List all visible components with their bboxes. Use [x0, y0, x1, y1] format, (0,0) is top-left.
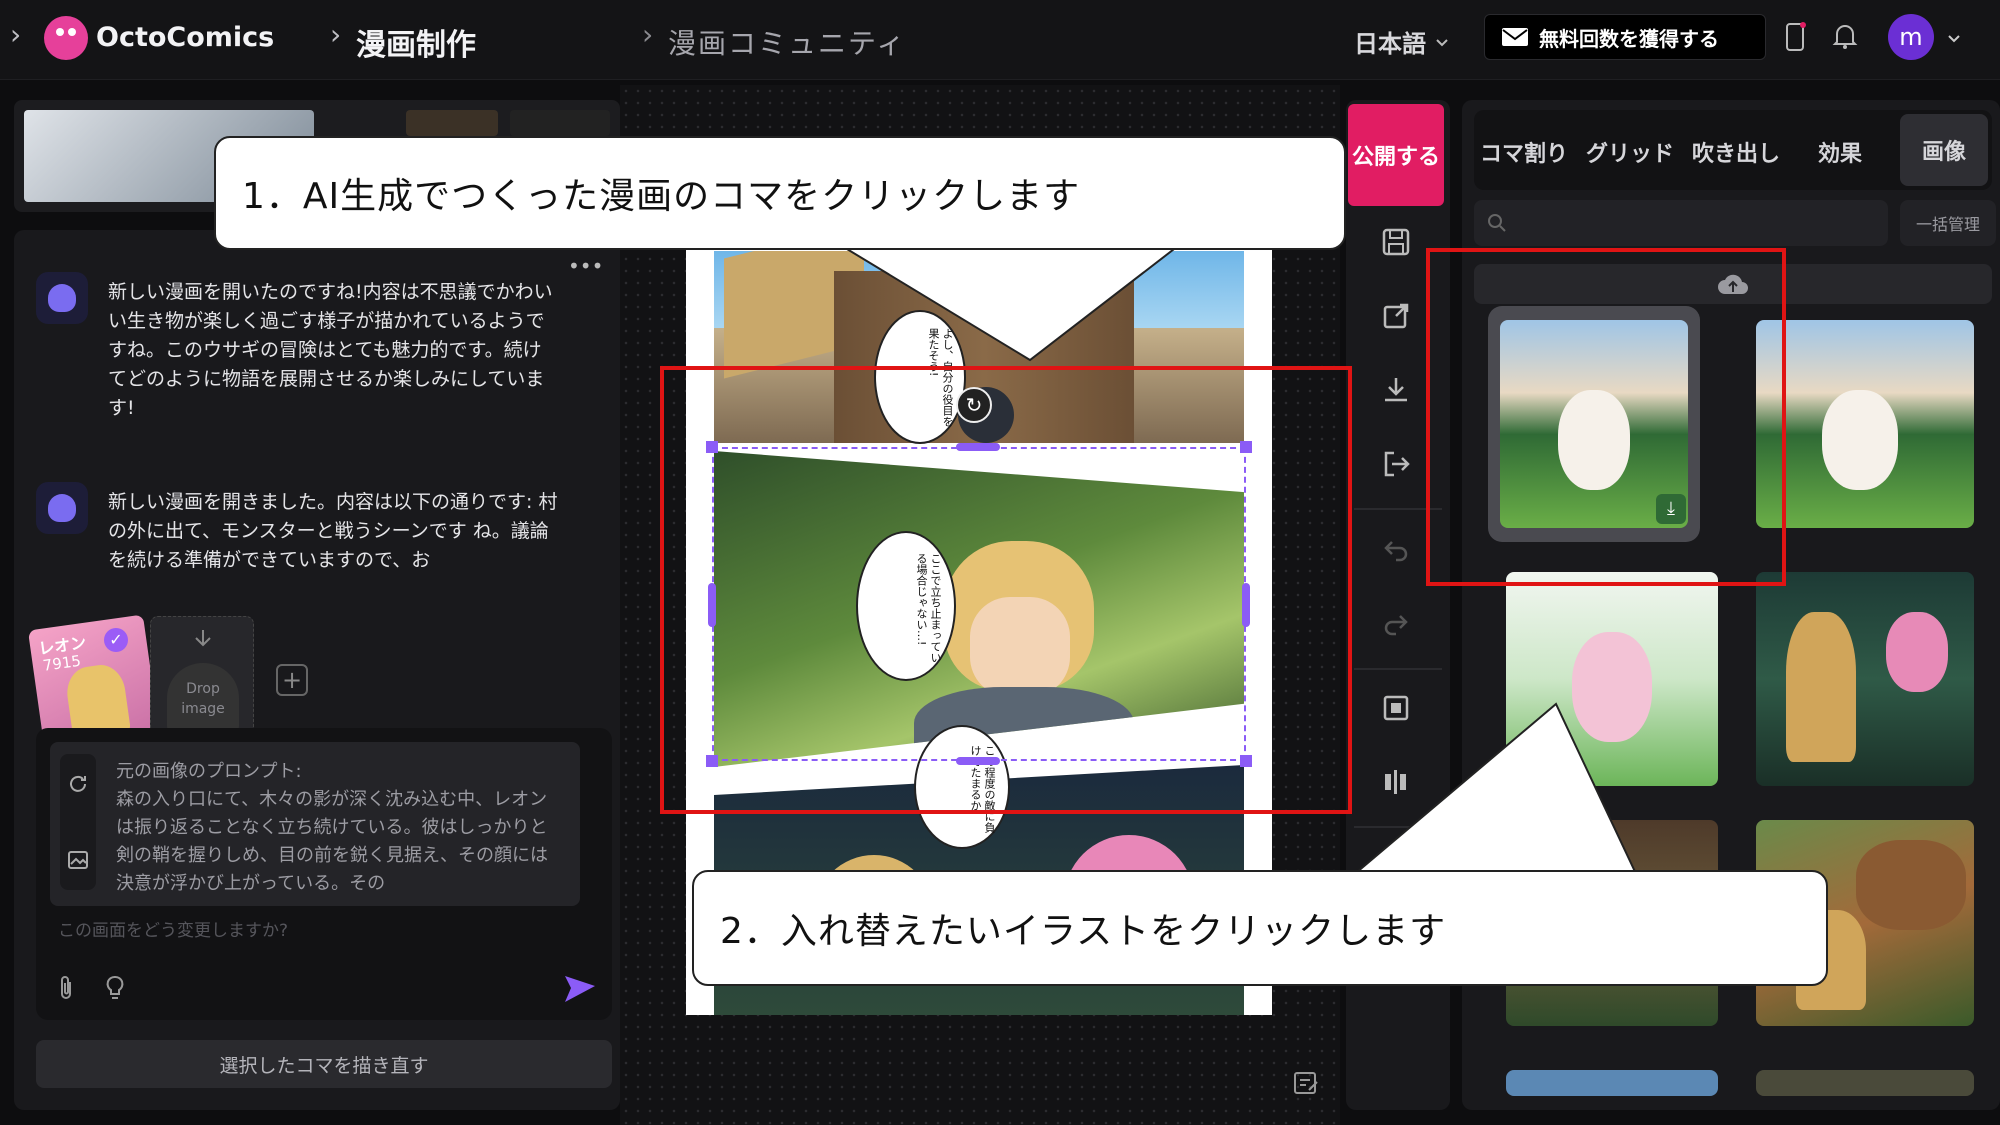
language-label: 日本語 [1354, 30, 1426, 58]
image-card-partial[interactable] [1506, 1070, 1718, 1096]
redraw-selected-panel-button[interactable]: 選択したコマを描き直す [36, 1040, 612, 1088]
top-bar: › OctoComics › 漫画制作 › 漫画コミュニティ 日本語 無料回数を… [0, 0, 2000, 80]
chat-message: 新しい漫画を開きました。内容は以下の通りです: 村の外に出て、モンスターと戦うシ… [108, 491, 558, 571]
send-icon[interactable] [562, 970, 598, 1006]
change-input[interactable]: この画面をどう変更しますか? [58, 916, 288, 941]
chat-message: 新しい漫画を開いたのですね!内容は不思議でかわいい生き物が楽しく過ごす様子が描か… [108, 281, 553, 419]
tab-effects[interactable]: 効果 [1818, 136, 1862, 168]
bulk-manage-button[interactable]: 一括管理 [1900, 200, 1996, 246]
redo-icon[interactable] [1376, 608, 1416, 648]
page-thumbnail[interactable] [406, 110, 498, 136]
tab-grid[interactable]: グリッド [1586, 136, 1674, 168]
highlight-selected-panel [660, 366, 1352, 814]
lightbulb-icon[interactable] [104, 974, 126, 1002]
language-select[interactable]: 日本語 [1354, 24, 1450, 59]
undo-icon[interactable] [1376, 534, 1416, 574]
share-icon[interactable] [1376, 300, 1416, 340]
callout-2-pointer [1350, 702, 1639, 878]
chevron-down-icon[interactable] [1946, 30, 1962, 46]
image-search-input[interactable] [1474, 200, 1888, 246]
expand-chevron-icon[interactable]: › [10, 18, 21, 51]
bell-icon[interactable] [1832, 22, 1858, 54]
tab-panel-layout[interactable]: コマ割り [1480, 136, 1568, 168]
drop-image-label: Drop image [181, 681, 225, 717]
knight-art [1786, 612, 1856, 762]
toolbar-divider [1354, 668, 1442, 670]
earn-free-credits-button[interactable]: 無料回数を獲得する [1484, 14, 1766, 60]
chevron-down-icon [1436, 38, 1448, 46]
callout-1-pointer [841, 246, 1179, 362]
cat-art [1822, 390, 1898, 490]
check-badge-icon: ✓ [104, 628, 128, 652]
knight-fairy-image[interactable] [1756, 572, 1974, 786]
drop-image-zone[interactable]: Drop image [150, 616, 254, 740]
nav-manga-creation[interactable]: 漫画制作 [356, 20, 476, 64]
add-image-button[interactable]: + [276, 664, 308, 696]
tab-speech-bubbles[interactable]: 吹き出し [1692, 136, 1780, 168]
page-thumbnail[interactable] [510, 110, 610, 136]
more-icon[interactable]: ••• [568, 254, 603, 278]
notes-icon[interactable] [1286, 1068, 1326, 1108]
refresh-icon[interactable] [66, 772, 90, 796]
user-avatar[interactable]: m [1888, 14, 1934, 60]
download-icon[interactable] [1376, 374, 1416, 414]
nav-chevron-icon: › [642, 18, 654, 51]
fairy-art [1886, 612, 1948, 692]
mail-icon [1502, 28, 1528, 46]
callout-step-1: 1．AI生成でつくった漫画のコマをクリックします [214, 136, 1346, 250]
octocomics-logo-icon[interactable] [44, 16, 88, 60]
promo-label: 無料回数を獲得する [1539, 26, 1719, 51]
nav-chevron-icon: › [330, 18, 342, 51]
image-card-partial[interactable] [1756, 1070, 1974, 1096]
brand-name[interactable]: OctoComics [96, 22, 274, 53]
tab-images[interactable]: 画像 [1900, 114, 1988, 186]
callout-step-2: 2．入れ替えたいイラストをクリックします [692, 870, 1828, 986]
publish-button[interactable]: 公開する [1348, 104, 1444, 206]
assistant-avatar-icon [36, 272, 88, 324]
search-icon [1488, 214, 1506, 232]
nav-manga-community[interactable]: 漫画コミュニティ [668, 22, 906, 62]
prompt-box: 元の画像のプロンプト: 森の入り口にて、木々の影が深く沈み込む中、レオンは振り返… [36, 728, 612, 1020]
prompt-actions [60, 754, 96, 890]
mobile-icon[interactable] [1784, 22, 1806, 56]
image-icon[interactable] [66, 848, 90, 872]
highlight-image-choice [1426, 248, 1786, 586]
paperclip-icon[interactable] [56, 974, 76, 1002]
assistant-avatar-icon [36, 482, 88, 534]
download-arrow-icon [195, 630, 211, 647]
export-icon[interactable] [1376, 448, 1416, 488]
prompt-text: 森の入り口にて、木々の影が深く沈み込む中、レオンは振り返ることなく立ち続けている… [116, 789, 548, 894]
chat-panel: ••• 新しい漫画を開いたのですね!内容は不思議でかわいい生き物が楽しく過ごす様… [14, 230, 620, 1110]
dragon-art [1856, 840, 1966, 930]
original-prompt-card: 元の画像のプロンプト: 森の入り口にて、木々の影が深く沈み込む中、レオンは振り返… [50, 742, 580, 906]
prompt-heading: 元の画像のプロンプト: [116, 761, 302, 782]
white-cat-image-2[interactable] [1756, 320, 1974, 528]
save-icon[interactable] [1376, 226, 1416, 266]
